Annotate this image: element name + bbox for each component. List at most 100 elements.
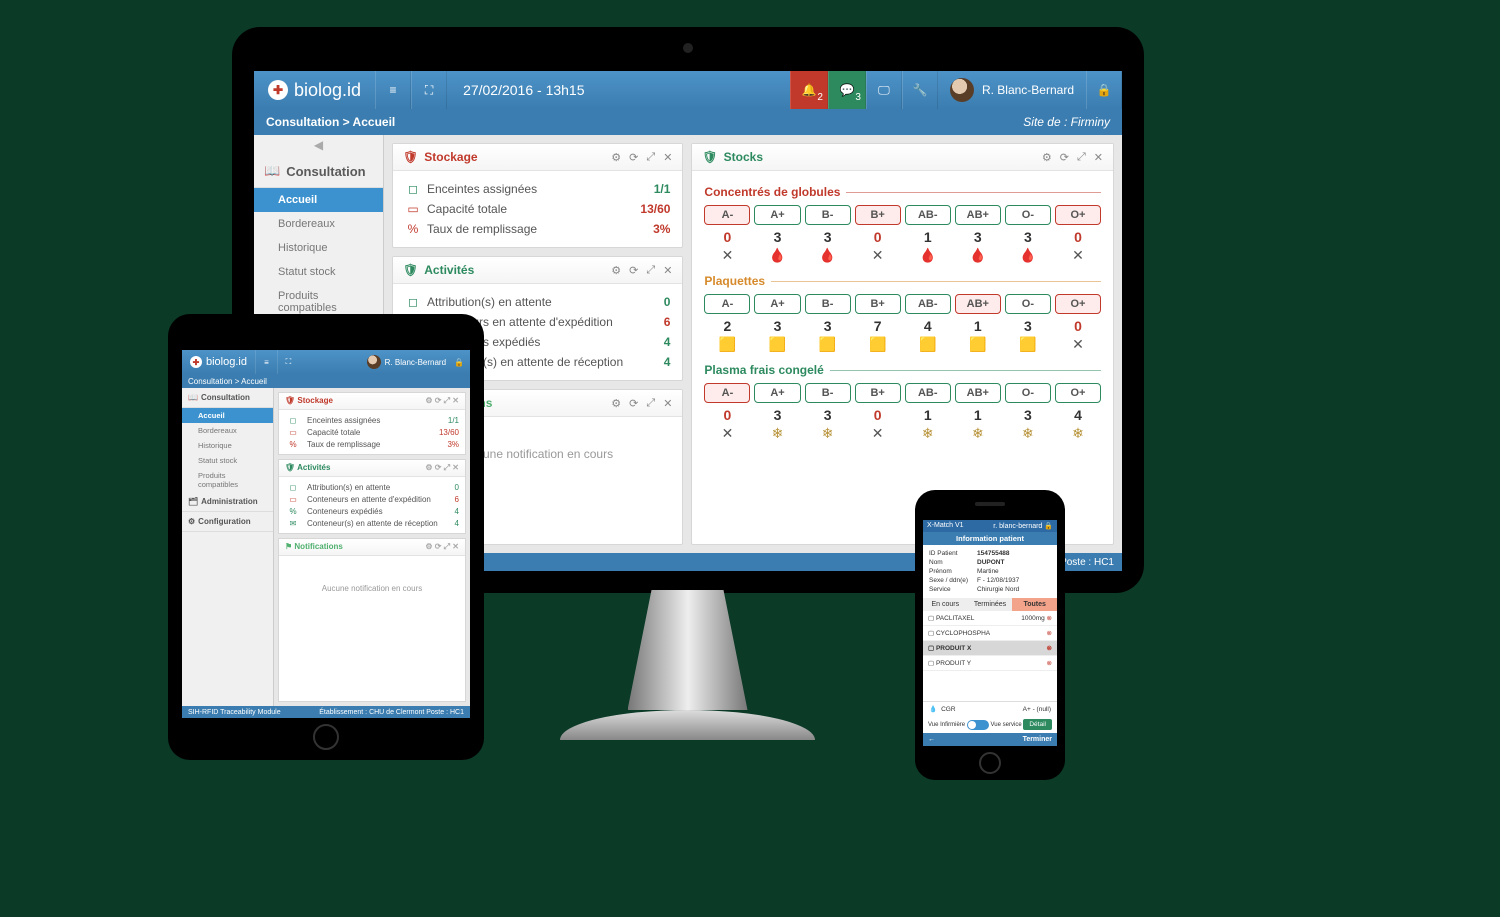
blood-type-chip[interactable]: O- [1005, 205, 1051, 225]
settings-button[interactable]: 🔧 [902, 71, 938, 109]
blood-type-chip[interactable]: B+ [855, 294, 901, 314]
product-item[interactable]: ▢ PRODUIT Y ⊗ [923, 656, 1057, 671]
screen-button[interactable]: ⛶ [411, 71, 447, 109]
product-item[interactable]: ▢ PACLITAXEL1000mg ⊗ [923, 611, 1057, 626]
blood-type-chip[interactable]: A+ [754, 383, 800, 403]
stat-row: ◻Attribution(s) en attente0 [285, 481, 459, 493]
blood-type-count: 3 [754, 407, 800, 423]
speaker-icon [975, 502, 1005, 506]
blood-bag-icon: ❄ [805, 425, 851, 442]
terminer-button[interactable]: Terminer [1023, 736, 1052, 743]
blood-type-chip[interactable]: O- [1005, 383, 1051, 403]
tablet-item-produits-compatibles[interactable]: Produits compatibles [182, 468, 273, 492]
blood-bag-icon: ✕ [1055, 336, 1101, 353]
detail-button[interactable]: Détail [1023, 719, 1052, 730]
tablet-item-accueil[interactable]: Accueil [182, 408, 273, 423]
blood-type-chip[interactable]: O+ [1055, 294, 1101, 314]
blood-type-chip[interactable]: B- [805, 205, 851, 225]
blood-type-chip[interactable]: AB+ [955, 205, 1001, 225]
menu-button[interactable]: ≡ [375, 71, 411, 109]
back-button[interactable]: ← [928, 736, 935, 743]
alerts-button[interactable]: 🔔 2 [790, 71, 828, 109]
sidebar-item-bordereaux[interactable]: Bordereaux [254, 212, 383, 236]
refresh-icon[interactable]: ⟳ [629, 264, 638, 277]
close-icon[interactable]: ✕ [1094, 151, 1103, 164]
sidebar-item-statut-stock[interactable]: Statut stock [254, 260, 383, 284]
blood-type-chip[interactable]: A+ [754, 205, 800, 225]
refresh-icon[interactable]: ⟳ [1060, 151, 1069, 164]
sidebar-item-accueil[interactable]: Accueil [254, 188, 383, 212]
gear-icon[interactable]: ⚙ [611, 151, 621, 164]
blood-type-chip[interactable]: A- [704, 205, 750, 225]
expand-icon[interactable]: ⤢ [646, 397, 655, 410]
blood-type-chip[interactable]: B- [805, 294, 851, 314]
blood-type-chip[interactable]: AB+ [955, 383, 1001, 403]
tablet-breadcrumb: Consultation > Accueil [182, 374, 470, 388]
monitor-stand [560, 590, 815, 755]
refresh-icon[interactable]: ⟳ [629, 151, 638, 164]
phone-tabs: En cours Terminées Toutes [923, 598, 1057, 611]
blood-type-count: 1 [955, 407, 1001, 423]
lock-icon[interactable]: 🔒 [1044, 523, 1053, 530]
phone-home-button[interactable] [979, 752, 1001, 774]
sidebar-collapse-button[interactable]: ◀ [254, 135, 383, 155]
tablet-item-statut-stock[interactable]: Statut stock [182, 453, 273, 468]
lock-button[interactable]: 🔒 [1086, 71, 1122, 109]
blood-type-chip[interactable]: O+ [1055, 383, 1101, 403]
view-toggle[interactable] [967, 720, 989, 730]
lock-icon[interactable]: 🔒 [454, 358, 464, 367]
display-button[interactable]: 🖵 [866, 71, 902, 109]
user-menu[interactable]: R. Blanc-Bernard [938, 78, 1086, 102]
blood-type-count: 3 [1005, 229, 1051, 245]
tablet-home-button[interactable] [313, 724, 339, 750]
refresh-icon[interactable]: ⟳ [629, 397, 638, 410]
tablet-user[interactable]: R. Blanc-Bernard 🔒 [361, 355, 470, 369]
tablet-item-bordereaux[interactable]: Bordereaux [182, 423, 273, 438]
screen-icon: ⛶ [425, 83, 433, 98]
blood-type-chip[interactable]: AB+ [955, 294, 1001, 314]
patient-info: ID Patient154755488 NomDUPONT PrénomMart… [923, 545, 1057, 598]
panel-header-stocks: 🛡Stocks ⚙⟳⤢✕ [692, 144, 1113, 171]
blood-type-chip[interactable]: A- [704, 383, 750, 403]
blood-type-chip[interactable]: AB- [905, 383, 951, 403]
messages-button[interactable]: 💬 3 [828, 71, 866, 109]
expand-icon[interactable]: ⤢ [646, 264, 655, 277]
blood-type-chip[interactable]: A- [704, 294, 750, 314]
tablet-item-historique[interactable]: Historique [182, 438, 273, 453]
blood-type-chip[interactable]: A+ [754, 294, 800, 314]
blood-type-chip[interactable]: B+ [855, 205, 901, 225]
tablet-section-consultation[interactable]: 📖 Consultation [182, 388, 273, 408]
close-icon[interactable]: ✕ [663, 151, 672, 164]
product-item[interactable]: ▢ CYCLOPHOSPHA ⊗ [923, 626, 1057, 641]
close-icon[interactable]: ✕ [663, 397, 672, 410]
sidebar-section-consultation[interactable]: 📖 Consultation [254, 155, 383, 188]
tablet-screen-button[interactable]: ⛶ [277, 350, 299, 374]
tab-terminees[interactable]: Terminées [968, 598, 1013, 611]
tablet-frame: ✚ biolog.id ≡ ⛶ R. Blanc-Bernard 🔒 Consu… [168, 314, 484, 760]
tablet-menu-button[interactable]: ≡ [255, 350, 277, 374]
blood-bag-icon: ❄ [754, 425, 800, 442]
phone-header: X-Match V1 r. blanc-bernard 🔒 [923, 520, 1057, 532]
blood-type-chip[interactable]: AB- [905, 294, 951, 314]
tab-toutes[interactable]: Toutes [1012, 598, 1057, 611]
tab-en-cours[interactable]: En cours [923, 598, 968, 611]
blood-type-count: 4 [1055, 407, 1101, 423]
close-icon[interactable]: ✕ [663, 264, 672, 277]
blood-type-count: 3 [955, 229, 1001, 245]
stat-row: %Taux de remplissage3% [405, 219, 670, 239]
blood-bag-icon: ✕ [855, 247, 901, 264]
expand-icon[interactable]: ⤢ [646, 151, 655, 164]
blood-type-chip[interactable]: O- [1005, 294, 1051, 314]
blood-type-chip[interactable]: B+ [855, 383, 901, 403]
product-item[interactable]: ▢ PRODUIT X ⊗ [923, 641, 1057, 656]
gear-icon[interactable]: ⚙ [1042, 151, 1052, 164]
sidebar-item-historique[interactable]: Historique [254, 236, 383, 260]
blood-type-chip[interactable]: AB- [905, 205, 951, 225]
blood-type-chip[interactable]: O+ [1055, 205, 1101, 225]
tablet-section-administration[interactable]: 🗂 Administration [182, 492, 273, 512]
expand-icon[interactable]: ⤢ [1077, 151, 1086, 164]
gear-icon[interactable]: ⚙ [611, 397, 621, 410]
tablet-section-configuration[interactable]: ⚙ Configuration [182, 512, 273, 532]
blood-type-chip[interactable]: B- [805, 383, 851, 403]
gear-icon[interactable]: ⚙ [611, 264, 621, 277]
